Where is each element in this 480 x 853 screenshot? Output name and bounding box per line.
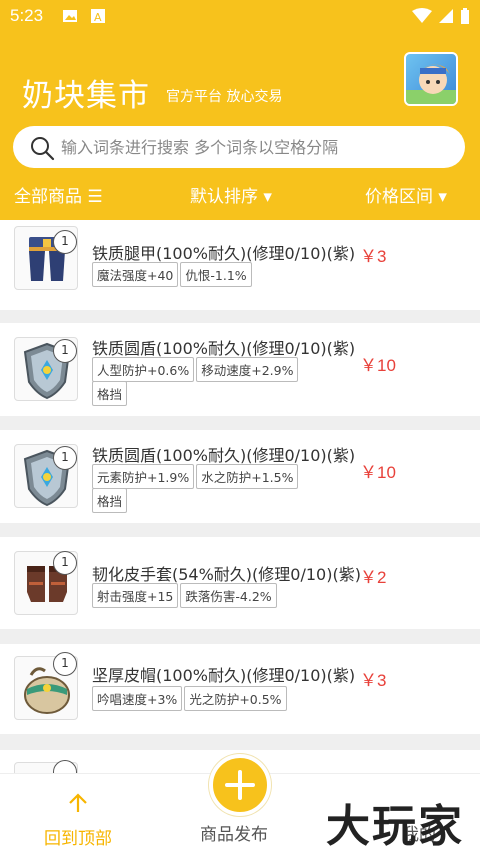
item-tag: 格挡 bbox=[92, 381, 128, 406]
item-name: 铁质腿甲(100%耐久)(修理0/10)(紫) bbox=[92, 244, 356, 263]
battery-icon bbox=[461, 8, 469, 24]
item-tag: 魔法强度+40 bbox=[92, 262, 179, 287]
list-item[interactable]: 1 铁质圆盾(100%耐久)(修理0/10)(紫) ￥10 人型防护+0.6% 移… bbox=[0, 323, 480, 416]
back-to-top-button[interactable]: 回到顶部 bbox=[36, 792, 120, 849]
status-bar: 5:23 A bbox=[0, 0, 480, 34]
item-tags: 元素防护+1.9% 水之防护+1.5% 格挡 bbox=[92, 464, 300, 513]
item-name: 铁质圆盾(100%耐久)(修理0/10)(紫) bbox=[92, 446, 356, 465]
item-price: ￥10 bbox=[360, 463, 396, 482]
item-price: ￥3 bbox=[360, 671, 387, 690]
filter-price-range[interactable]: 价格区间 ▾ bbox=[365, 182, 447, 207]
item-tag: 吟唱速度+3% bbox=[92, 686, 183, 711]
quantity-badge: 1 bbox=[53, 446, 77, 470]
item-tags: 魔法强度+40 仇恨-1.1% bbox=[92, 262, 254, 287]
watermark: 大玩家 bbox=[326, 801, 464, 852]
signal-icon bbox=[439, 9, 453, 23]
font-icon: A bbox=[91, 9, 105, 24]
header: 奶块集市 官方平台 放心交易 全部商品 ☰ 默认排序 ▾ 价格区间 ▾ bbox=[0, 34, 480, 220]
status-time: 5:23 bbox=[10, 6, 44, 25]
item-name: 坚厚皮帽(100%耐久)(修理0/10)(紫) bbox=[92, 666, 356, 685]
item-tag: 光之防护+0.5% bbox=[184, 686, 287, 711]
avatar-image-icon bbox=[406, 64, 456, 104]
list-item[interactable]: 1 坚厚皮帽(100%耐久)(修理0/10)(紫) ￥3 吟唱速度+3% 光之防护… bbox=[0, 644, 480, 734]
search-icon bbox=[31, 137, 55, 161]
item-price: ￥3 bbox=[360, 247, 387, 266]
image-icon bbox=[63, 10, 77, 22]
wifi-icon bbox=[412, 8, 432, 23]
item-tag: 移动速度+2.9% bbox=[196, 357, 299, 382]
quantity-badge: 1 bbox=[53, 339, 77, 363]
item-tag: 人型防护+0.6% bbox=[92, 357, 195, 382]
item-tags: 射击强度+15 跌落伤害-4.2% bbox=[92, 583, 279, 608]
arrow-up-icon bbox=[69, 793, 87, 812]
page-subtitle: 官方平台 放心交易 bbox=[166, 89, 283, 105]
item-name: 韧化皮手套(54%耐久)(修理0/10)(紫) bbox=[92, 565, 361, 584]
item-tag: 格挡 bbox=[92, 488, 128, 513]
list-item[interactable]: 1 铁质腿甲(100%耐久)(修理0/10)(紫) ￥3 魔法强度+40 仇恨-1… bbox=[0, 220, 480, 310]
item-list: 1 铁质腿甲(100%耐久)(修理0/10)(紫) ￥3 魔法强度+40 仇恨-1… bbox=[0, 220, 480, 773]
item-tag: 元素防护+1.9% bbox=[92, 464, 195, 489]
search-bar[interactable] bbox=[13, 126, 465, 168]
item-tag: 跌落伤害-4.2% bbox=[180, 583, 277, 608]
item-tags: 吟唱速度+3% 光之防护+0.5% bbox=[92, 686, 289, 711]
item-name: 铁质圆盾(100%耐久)(修理0/10)(紫) bbox=[92, 339, 356, 358]
item-price: ￥2 bbox=[360, 568, 387, 587]
svg-text:A: A bbox=[94, 11, 102, 24]
search-input[interactable] bbox=[61, 132, 451, 162]
filter-all-goods[interactable]: 全部商品 ☰ bbox=[14, 182, 103, 207]
publish-label[interactable]: 商品发布 bbox=[200, 820, 268, 845]
quantity-badge: 1 bbox=[53, 230, 77, 254]
quantity-badge: 1 bbox=[53, 652, 77, 676]
list-item[interactable]: 1 铁质圆盾(100%耐久)(修理0/10)(紫) ￥10 元素防护+1.9% 水… bbox=[0, 430, 480, 523]
item-tag: 射击强度+15 bbox=[92, 583, 179, 608]
item-price: ￥10 bbox=[360, 356, 396, 375]
list-item[interactable]: 1 韧化皮手套(54%耐久)(修理0/10)(紫) ￥2 射击强度+15 跌落伤害… bbox=[0, 537, 480, 629]
quantity-badge: 1 bbox=[53, 551, 77, 575]
item-tag: 水之防护+1.5% bbox=[196, 464, 299, 489]
avatar[interactable] bbox=[404, 52, 458, 106]
publish-button[interactable] bbox=[209, 754, 271, 816]
filter-bar: 全部商品 ☰ 默认排序 ▾ 价格区间 ▾ bbox=[0, 180, 480, 210]
page-title: 奶块集市 bbox=[22, 78, 150, 114]
item-tags: 人型防护+0.6% 移动速度+2.9% 格挡 bbox=[92, 357, 300, 406]
filter-default-sort[interactable]: 默认排序 ▾ bbox=[190, 182, 272, 207]
item-tag: 仇恨-1.1% bbox=[180, 262, 252, 287]
back-to-top-label: 回到顶部 bbox=[44, 829, 112, 849]
